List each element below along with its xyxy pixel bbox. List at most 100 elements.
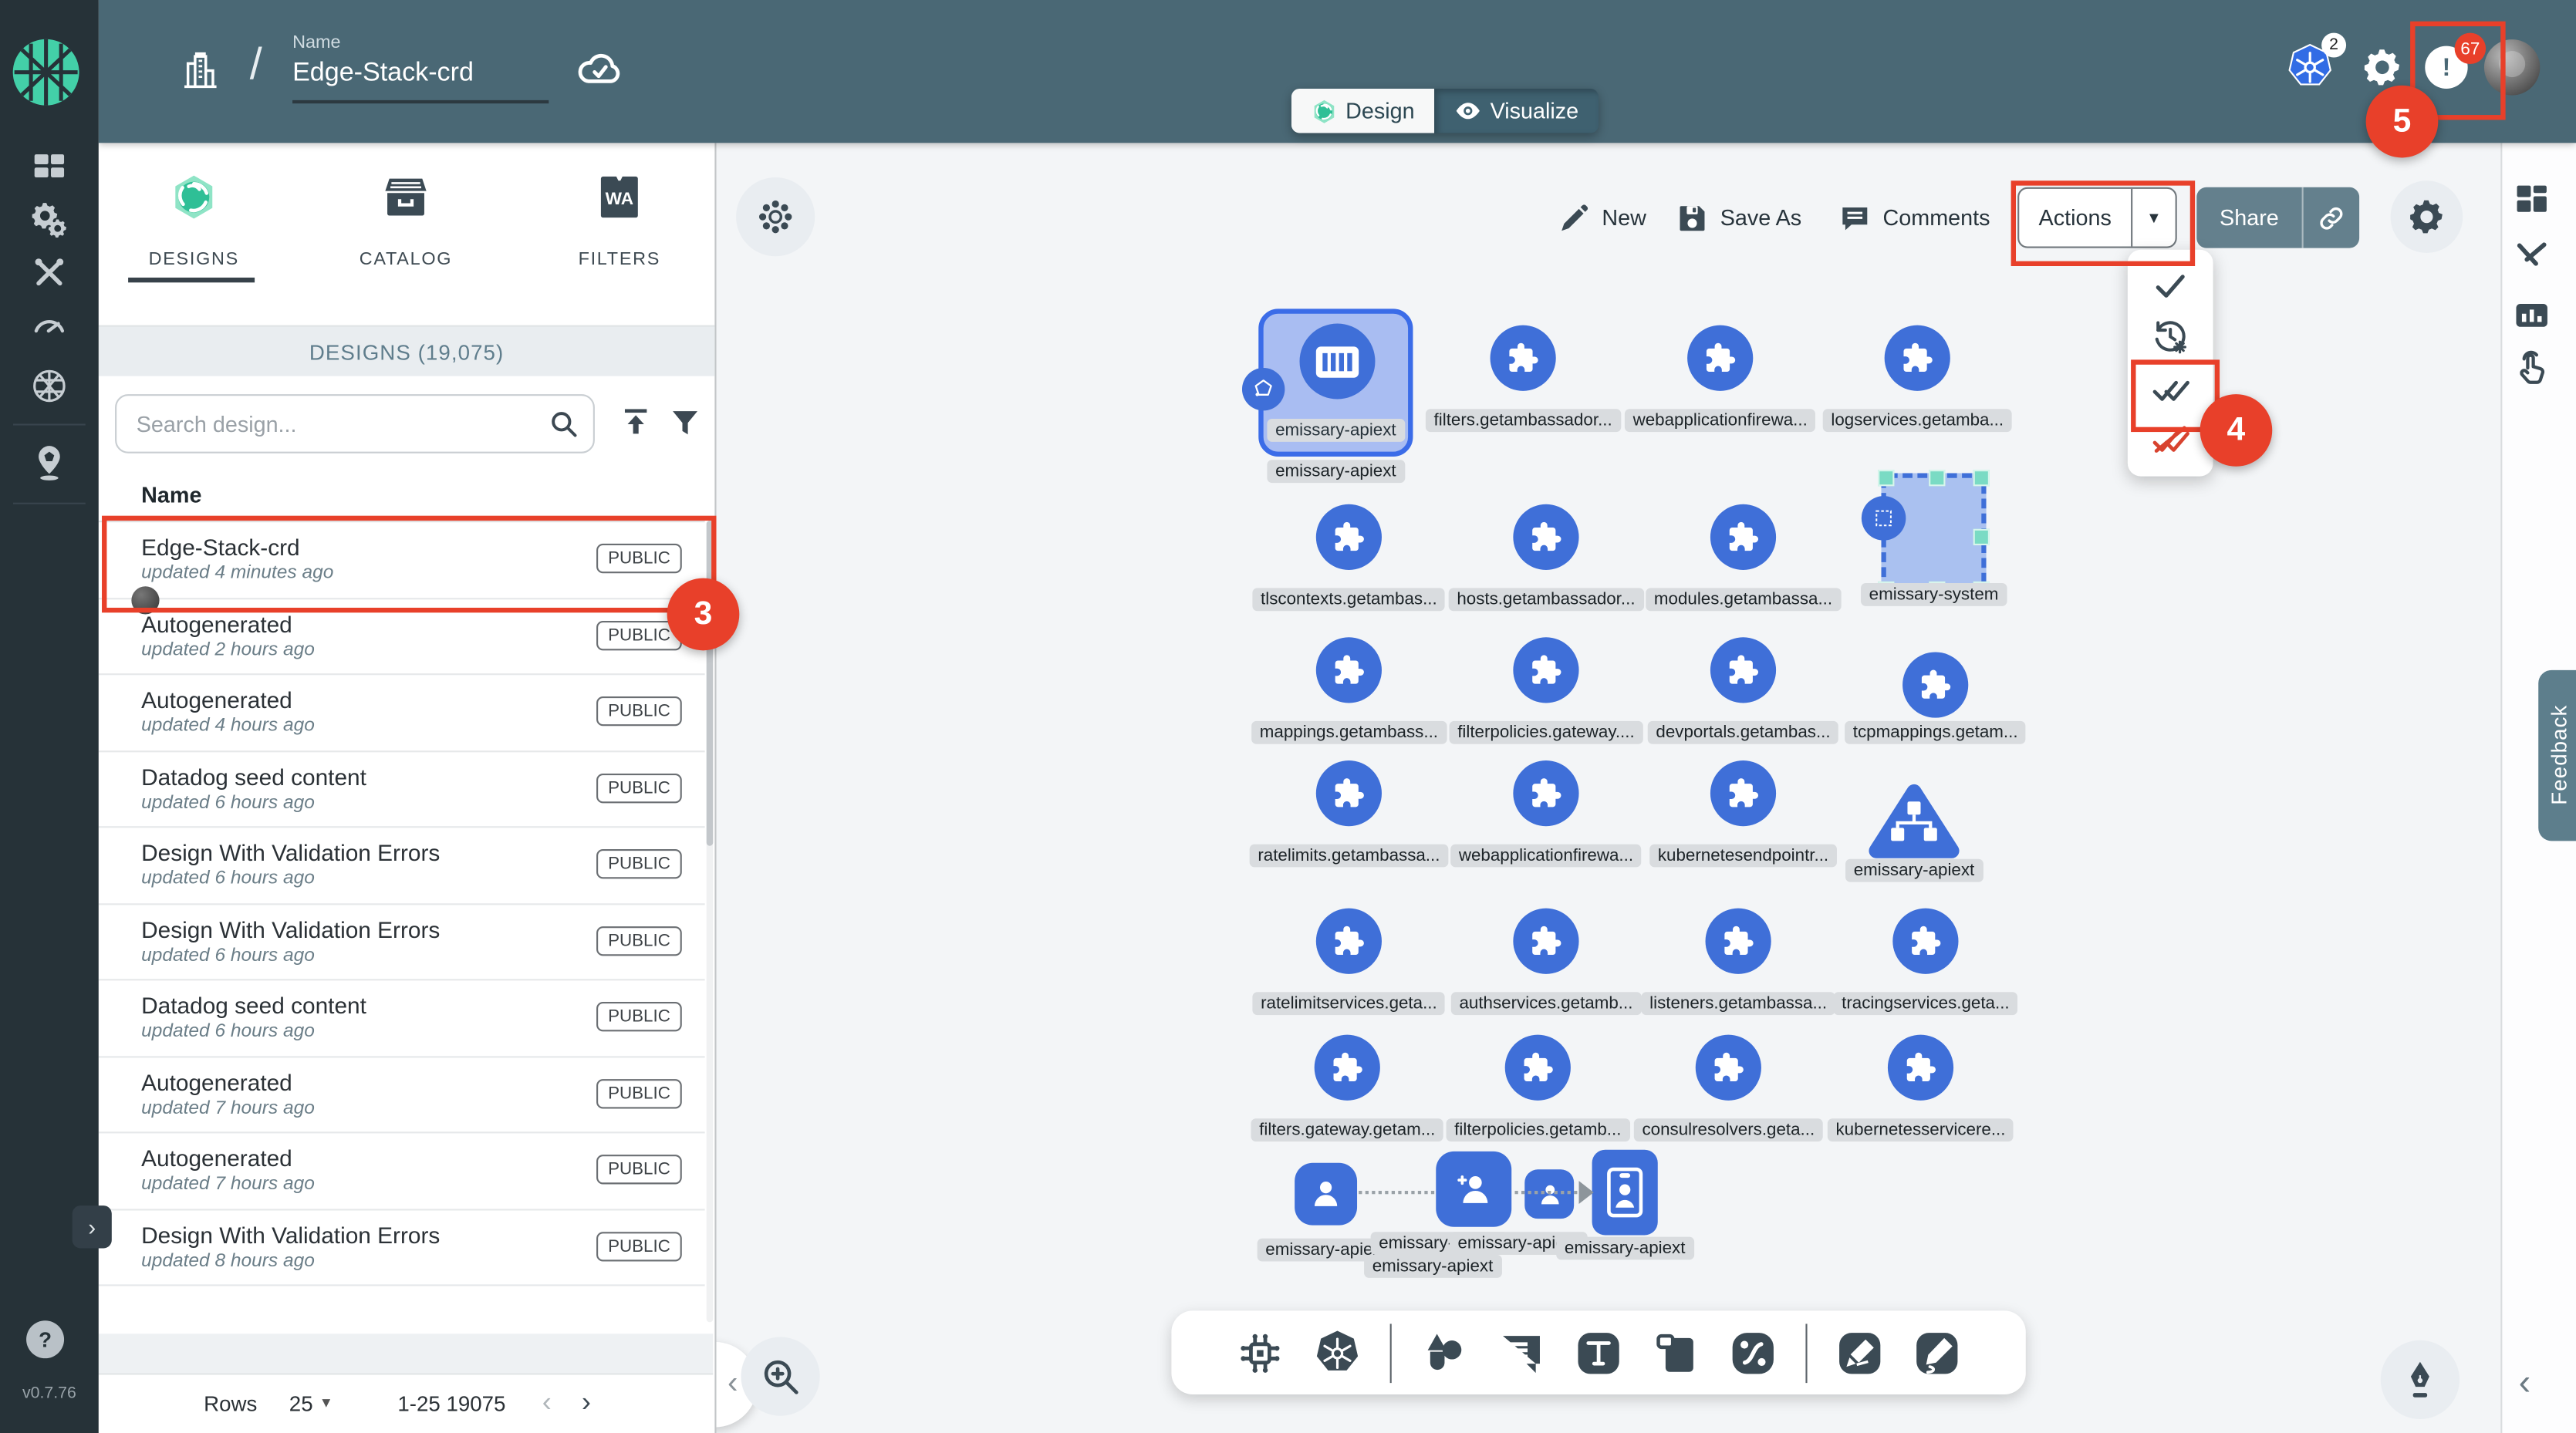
- tab-designs[interactable]: DESIGNS: [112, 173, 276, 270]
- design-list-item[interactable]: Design With Validation Errorsupdated 6 h…: [99, 904, 705, 980]
- design-list-item[interactable]: Datadog seed contentupdated 6 hours agoP…: [99, 751, 705, 828]
- settings-gear-icon[interactable]: [2361, 46, 2403, 89]
- node-webapplicationfirewa[interactable]: [1687, 325, 1753, 391]
- dashboard-icon[interactable]: [29, 147, 69, 186]
- node-consulresolvers.geta[interactable]: [1696, 1035, 1761, 1101]
- design-list-item[interactable]: Autogeneratedupdated 7 hours agoPUBLIC: [99, 1057, 705, 1133]
- double-check-off-icon[interactable]: [2151, 421, 2190, 460]
- save-as-button[interactable]: Save As: [1676, 187, 1801, 248]
- node-authservices.getamb[interactable]: [1513, 909, 1578, 974]
- design-list-item[interactable]: Design With Validation Errorsupdated 6 h…: [99, 828, 705, 904]
- node-emissary-apiext-triangle[interactable]: [1868, 781, 1960, 862]
- performance-gauge-icon[interactable]: [29, 304, 69, 343]
- search-icon[interactable]: [547, 407, 580, 440]
- gesture-hand-icon[interactable]: [2512, 350, 2551, 389]
- text-tool-icon[interactable]: [1574, 1328, 1623, 1377]
- node-emissary-apiext-selected[interactable]: emissary-apiext: [1258, 309, 1413, 457]
- node-kubernetesendpointr[interactable]: [1710, 760, 1776, 826]
- kubernetes-context-button[interactable]: 2: [2285, 42, 2335, 92]
- node-kubernetesservicere[interactable]: [1888, 1035, 1953, 1101]
- comment-tool-icon[interactable]: [1497, 1328, 1546, 1377]
- chevron-down-icon[interactable]: ▾: [322, 1394, 330, 1412]
- node-hosts.getambassador[interactable]: [1513, 504, 1578, 570]
- comments-button[interactable]: Comments: [1838, 187, 1990, 248]
- design-list-item[interactable]: Edge-Stack-crdupdated 4 minutes agoPUBLI…: [99, 522, 705, 598]
- search-design-input[interactable]: [133, 397, 550, 450]
- node-webapplicationfirewa[interactable]: [1513, 760, 1578, 826]
- node-tlscontexts.getambas[interactable]: [1316, 504, 1382, 570]
- actions-button[interactable]: Actions ▾: [2017, 187, 2177, 248]
- node-listeners.getambassa[interactable]: [1706, 909, 1771, 974]
- design-list-item[interactable]: Design With Validation Errorsupdated 8 h…: [99, 1209, 705, 1286]
- node-devportals.getambas[interactable]: [1710, 637, 1776, 703]
- help-button[interactable]: ?: [26, 1320, 64, 1358]
- design-list-item[interactable]: Autogeneratedupdated 7 hours agoPUBLIC: [99, 1133, 705, 1209]
- component-icon[interactable]: [1235, 1328, 1285, 1377]
- panels-grid-icon[interactable]: [2512, 179, 2551, 218]
- rail-collapse-button[interactable]: ‹: [2519, 1361, 2531, 1404]
- pen-arrow-icon[interactable]: [1835, 1328, 1885, 1377]
- meshery-logo[interactable]: [10, 36, 83, 109]
- puzzle-icon: [1521, 1051, 1555, 1084]
- tab-design[interactable]: Design: [1291, 89, 1434, 133]
- design-list-item[interactable]: Autogeneratedupdated 4 hours agoPUBLIC: [99, 675, 705, 751]
- user-avatar[interactable]: [2484, 39, 2540, 95]
- validator-icon[interactable]: [2512, 235, 2551, 275]
- sticky-note-icon[interactable]: [1651, 1328, 1700, 1377]
- node-logservices.getamba[interactable]: [1885, 325, 1950, 391]
- node-serviceaccount[interactable]: [1295, 1163, 1357, 1226]
- copy-link-icon[interactable]: [2304, 203, 2359, 232]
- rows-per-page-select[interactable]: 25: [289, 1391, 313, 1416]
- node-ratelimitservices.geta[interactable]: [1316, 909, 1382, 974]
- lifecycle-gears-icon[interactable]: [29, 201, 69, 240]
- share-button[interactable]: Share: [2196, 187, 2359, 248]
- node-tcpmappings.getam[interactable]: [1902, 652, 1968, 717]
- kubernetes-icon[interactable]: [1313, 1328, 1362, 1377]
- import-design-icon[interactable]: [620, 406, 653, 439]
- node-ratelimits.getambassa[interactable]: [1316, 760, 1382, 826]
- new-button[interactable]: New: [1558, 187, 1646, 248]
- canvas-config-button[interactable]: [736, 177, 815, 256]
- node-mappings.getambass[interactable]: [1316, 637, 1382, 703]
- design-list-item[interactable]: Autogeneratedupdated 2 hours agoPUBLIC: [99, 598, 705, 675]
- history-gear-icon[interactable]: [2151, 318, 2190, 357]
- check-icon[interactable]: [2151, 265, 2190, 305]
- node-emissary-system[interactable]: [1881, 473, 1986, 595]
- tab-filters[interactable]: WA FILTERS: [537, 173, 701, 270]
- next-page-button[interactable]: ›: [582, 1386, 591, 1419]
- prev-page-button[interactable]: ‹: [542, 1386, 552, 1419]
- design-name-input[interactable]: Edge-Stack-crd: [292, 59, 474, 89]
- node-clusterrole[interactable]: [1436, 1151, 1511, 1227]
- organization-icon[interactable]: [179, 49, 221, 92]
- node-filterpolicies.getamb[interactable]: [1505, 1035, 1571, 1101]
- filter-icon[interactable]: [669, 406, 702, 439]
- design-list-item[interactable]: Datadog seed contentupdated 6 hours agoP…: [99, 980, 705, 1057]
- eye-icon: [1454, 97, 1482, 125]
- pencil-draw-icon[interactable]: [1913, 1328, 1962, 1377]
- sidenav-expand-button[interactable]: ›: [73, 1205, 112, 1248]
- pen-mode-button[interactable]: [2381, 1340, 2460, 1419]
- canvas-settings-button[interactable]: [2391, 180, 2463, 253]
- dashboard-chart-icon[interactable]: [2512, 295, 2551, 335]
- extensions-wheel-icon[interactable]: [29, 366, 69, 406]
- kanvas-pin-icon[interactable]: [29, 443, 69, 483]
- actions-caret-icon[interactable]: ▾: [2132, 207, 2175, 228]
- cloud-sync-icon[interactable]: [575, 44, 624, 93]
- node-tracingservices.geta[interactable]: [1892, 909, 1958, 974]
- list-scrollbar-thumb[interactable]: [707, 521, 714, 846]
- node-modules.getambassa[interactable]: [1710, 504, 1776, 570]
- tab-visualize[interactable]: Visualize: [1434, 89, 1599, 133]
- double-check-icon[interactable]: [2151, 369, 2190, 409]
- node-rolebinding[interactable]: [1592, 1150, 1658, 1236]
- shapes-icon[interactable]: [1420, 1328, 1469, 1377]
- feedback-tab[interactable]: Feedback: [2538, 670, 2576, 841]
- node-filters.gateway.getam[interactable]: [1315, 1035, 1380, 1101]
- node-filters.getambassador[interactable]: [1491, 325, 1556, 391]
- notifications-button[interactable]: ! 67: [2425, 46, 2467, 89]
- relationship-link-icon[interactable]: [1728, 1328, 1778, 1377]
- node-filterpolicies.gateway[interactable]: [1513, 637, 1578, 703]
- tab-catalog[interactable]: CATALOG: [324, 173, 488, 270]
- configuration-tools-icon[interactable]: [29, 253, 69, 292]
- zoom-in-button[interactable]: [741, 1337, 819, 1415]
- design-canvas[interactable]: ‹ New Save As Comments Actions ▾ S: [714, 143, 2500, 1433]
